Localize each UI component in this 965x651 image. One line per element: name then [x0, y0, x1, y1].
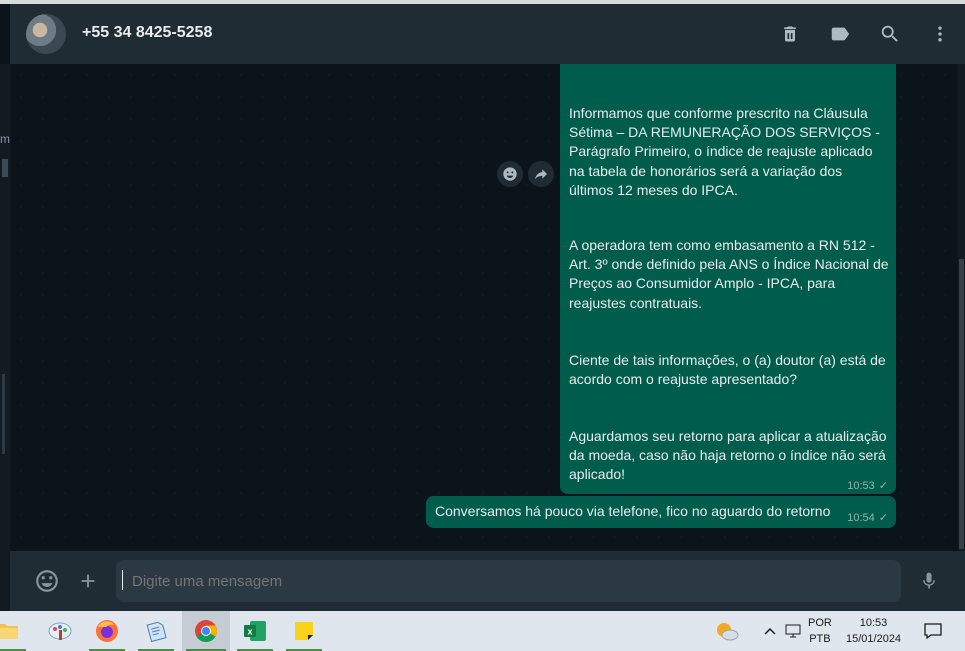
emoji-icon[interactable]: [32, 566, 62, 596]
composer-bar: [10, 551, 965, 611]
message-paragraph: Informamos que conforme prescrito na Clá…: [569, 105, 880, 198]
whatsapp-window: m +55 34 8425-5258 Informamos que confor…: [0, 0, 965, 611]
header-actions: [765, 4, 965, 64]
clock[interactable]: 10:53 15/01/2024: [846, 611, 901, 651]
firefox-icon[interactable]: [85, 611, 129, 651]
chat-scrollbar[interactable]: [958, 64, 965, 551]
chat-list-selection-edge: [2, 159, 8, 177]
emoji-reaction-icon[interactable]: [497, 161, 523, 187]
scrollbar-thumb[interactable]: [959, 259, 964, 549]
delivered-check-icon: ✓: [878, 512, 888, 524]
message-bubble[interactable]: Informamos que conforme prescrito na Clá…: [560, 64, 896, 494]
message-meta: 10:54 ✓: [847, 509, 888, 528]
chevron-up-icon[interactable]: [762, 611, 778, 651]
network-icon[interactable]: [784, 611, 804, 651]
chat-list-edge: m: [0, 64, 10, 611]
message-meta: 10:53 ✓: [847, 477, 888, 496]
file-explorer-icon[interactable]: [0, 611, 30, 651]
notification-icon[interactable]: [922, 611, 944, 651]
message-paragraph: Ciente de tais informações, o (a) doutor…: [569, 352, 886, 388]
excel-icon[interactable]: x: [233, 611, 277, 651]
forward-icon[interactable]: [528, 161, 554, 187]
attach-plus-icon[interactable]: [73, 566, 103, 596]
message-text: Conversamos há pouco via telefone, fico …: [435, 503, 831, 519]
message-input[interactable]: [116, 560, 901, 602]
message-bubble[interactable]: Conversamos há pouco via telefone, fico …: [426, 496, 896, 528]
taskbar: x POR PTB 10:53 15/01/2024: [0, 611, 965, 651]
avatar[interactable]: [26, 14, 66, 54]
contact-name[interactable]: +55 34 8425-5258: [82, 24, 212, 42]
label-icon[interactable]: [815, 14, 865, 54]
delete-icon[interactable]: [765, 14, 815, 54]
language-code: POR: [808, 617, 832, 629]
message-paragraph: Aguardamos seu retorno para aplicar a at…: [569, 428, 887, 483]
chat-list-partial-text: m: [0, 132, 10, 146]
sticky-notes-icon[interactable]: [282, 611, 326, 651]
notepad-icon[interactable]: [134, 611, 178, 651]
clock-time: 10:53: [859, 617, 888, 629]
language-indicator[interactable]: POR PTB: [808, 611, 832, 651]
message-time: 10:54: [847, 512, 875, 524]
chat-list-scroll-edge[interactable]: [2, 374, 5, 454]
conversation-panel[interactable]: Informamos que conforme prescrito na Clá…: [10, 64, 958, 551]
chrome-icon[interactable]: [182, 611, 230, 651]
text-caret: [122, 570, 123, 590]
weather-icon[interactable]: [705, 611, 749, 651]
paint-icon[interactable]: [38, 611, 82, 651]
message-paragraph: A operadora tem como embasamento a RN 51…: [569, 237, 889, 311]
chat-header[interactable]: +55 34 8425-5258: [10, 4, 965, 64]
delivered-check-icon: ✓: [878, 480, 888, 492]
message-time: 10:53: [847, 480, 875, 492]
clock-date: 15/01/2024: [846, 633, 902, 645]
keyboard-layout: PTB: [809, 633, 831, 645]
menu-icon[interactable]: [915, 14, 965, 54]
search-icon[interactable]: [865, 14, 915, 54]
microphone-icon[interactable]: [914, 566, 944, 596]
svg-text:x: x: [247, 627, 252, 637]
